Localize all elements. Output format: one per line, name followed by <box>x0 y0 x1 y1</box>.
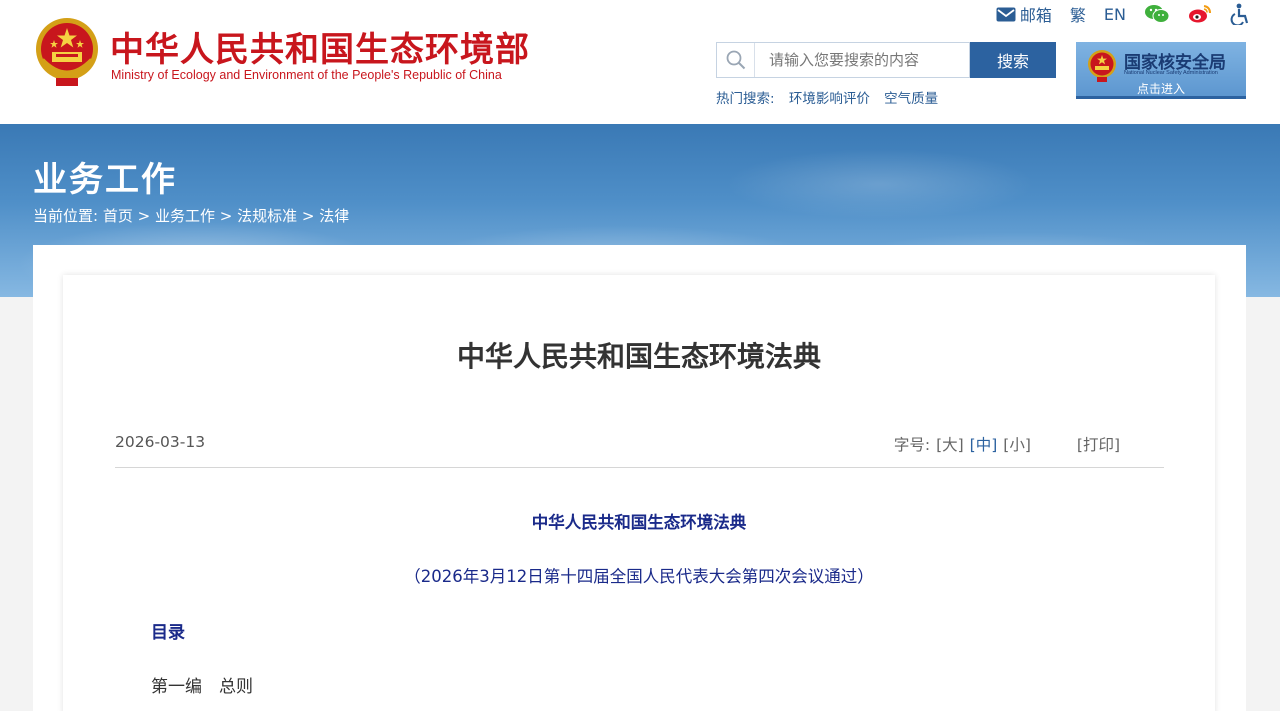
font-size-large[interactable]: [大] <box>936 433 964 455</box>
site-title-cn[interactable]: 中华人民共和国生态环境部 <box>110 22 530 71</box>
section-title: 业务工作 <box>33 160 177 200</box>
font-size-small[interactable]: [小] <box>1003 433 1031 455</box>
breadcrumb-item-law[interactable]: 法律 <box>319 207 349 225</box>
document-subtitle: （2026年3月12日第十四届全国人民代表大会第四次会议通过） <box>404 567 874 586</box>
hot-search-term[interactable]: 环境影响评价 <box>789 91 870 107</box>
wechat-icon[interactable] <box>1144 4 1170 24</box>
breadcrumb-item-work[interactable]: 业务工作 <box>155 207 215 225</box>
toc-item[interactable]: 第一编 总则 <box>151 672 253 697</box>
site-title-en[interactable]: Ministry of Ecology and Environment of t… <box>111 68 502 82</box>
mail-icon <box>996 7 1016 22</box>
nnsa-cta: 点击进入 <box>1136 82 1185 96</box>
nnsa-emblem-icon <box>1086 49 1118 83</box>
search-button[interactable]: 搜索 <box>970 42 1056 78</box>
nnsa-banner-link[interactable]: 国家核安全局 National Nuclear Safety Administr… <box>1076 42 1246 99</box>
hot-search: 热门搜索: 环境影响评价 空气质量 <box>716 87 948 107</box>
traditional-chinese-link[interactable]: 繁 <box>1070 2 1086 26</box>
mail-label: 邮箱 <box>1019 6 1052 25</box>
document-title: 中华人民共和国生态环境法典 <box>531 513 747 532</box>
breadcrumb-separator: > <box>297 207 320 225</box>
nnsa-subtitle: National Nuclear Safety Administration <box>1124 70 1218 76</box>
search-box: 搜索 <box>716 42 1056 78</box>
breadcrumb-item-home[interactable]: 首页 <box>103 207 133 225</box>
national-emblem-icon[interactable] <box>34 16 100 88</box>
top-links: 邮箱 繁 EN <box>996 2 1250 26</box>
print-button[interactable]: [打印] <box>1077 433 1120 455</box>
search-field <box>716 42 970 78</box>
search-icon[interactable] <box>717 43 755 77</box>
weibo-icon[interactable] <box>1188 4 1212 24</box>
breadcrumb-separator: > <box>214 207 238 225</box>
hot-search-term[interactable]: 空气质量 <box>884 91 938 107</box>
divider <box>115 467 1164 468</box>
toc-heading: 目录 <box>151 623 185 643</box>
english-link[interactable]: EN <box>1104 5 1126 24</box>
font-size-medium[interactable]: [中] <box>970 433 998 455</box>
breadcrumb-item-regulations[interactable]: 法规标准 <box>237 207 297 225</box>
search-input[interactable] <box>755 44 969 76</box>
breadcrumb-separator: > <box>132 207 155 225</box>
hot-search-label: 热门搜索: <box>716 91 775 107</box>
mail-link[interactable]: 邮箱 <box>996 2 1052 26</box>
article-title: 中华人民共和国生态环境法典 <box>456 340 821 373</box>
article-tools: 字号: [大] [中] [小] [打印] <box>894 433 1120 455</box>
breadcrumb: 当前位置: 首页 > 业务工作 > 法规标准 > 法律 <box>33 205 349 226</box>
font-size-label: 字号: <box>893 436 931 454</box>
accessibility-icon[interactable] <box>1230 3 1250 25</box>
article-date: 2026-03-13 <box>115 433 206 451</box>
breadcrumb-prefix: 当前位置: <box>33 207 99 225</box>
site-header: 中华人民共和国生态环境部 Ministry of Ecology and Env… <box>0 0 1280 124</box>
